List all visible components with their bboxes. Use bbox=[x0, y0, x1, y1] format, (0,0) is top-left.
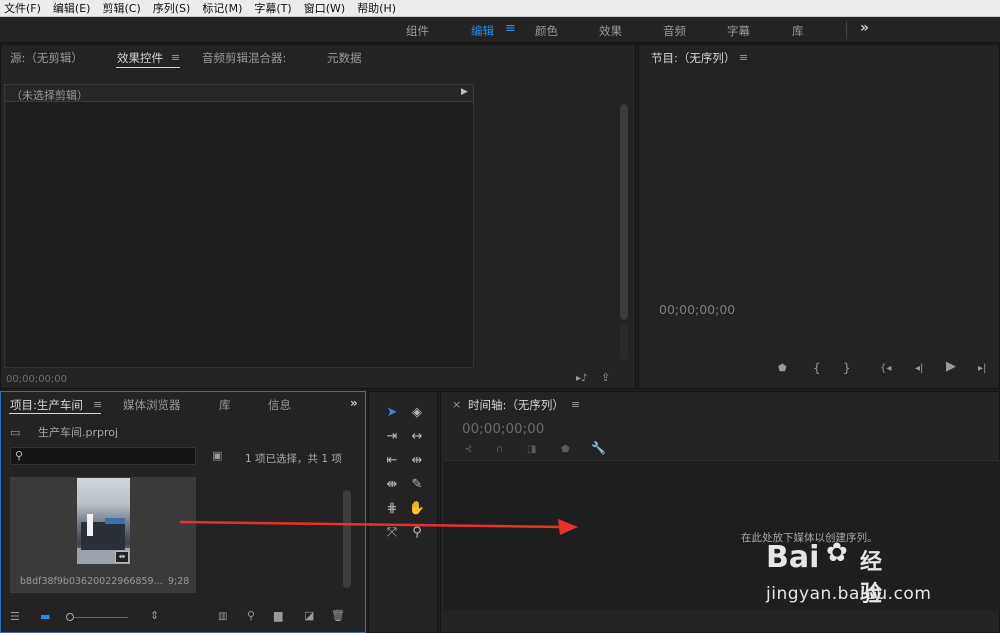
annotation-arrow bbox=[180, 519, 578, 535]
slide-tool-icon[interactable]: ⇹ bbox=[407, 451, 427, 471]
menu-clip[interactable]: 剪辑(C) bbox=[102, 0, 140, 16]
video-clip-badge-icon: ⇹ bbox=[115, 551, 129, 563]
snap-icon[interactable]: ∩ bbox=[496, 443, 503, 457]
new-search-bin-icon[interactable]: ▣ bbox=[212, 449, 222, 463]
clear-trash-icon[interactable]: 🗑 bbox=[331, 609, 345, 623]
selection-tool-icon[interactable]: ➤ bbox=[382, 403, 402, 423]
close-timeline-icon[interactable]: × bbox=[452, 398, 461, 412]
export-icon[interactable]: ⇪ bbox=[601, 371, 610, 385]
effect-controls-scrollbar-track bbox=[620, 324, 628, 360]
tab-media-browser[interactable]: 媒体浏览器 bbox=[123, 397, 181, 413]
nest-icon[interactable]: ⊰ bbox=[464, 443, 472, 457]
tab-project[interactable]: 项目:生产车间 bbox=[10, 397, 83, 413]
workspace-audio[interactable]: 音频 bbox=[663, 23, 686, 39]
program-menu-icon[interactable]: ≡ bbox=[739, 51, 748, 64]
find-icon[interactable]: ⚲ bbox=[247, 609, 255, 623]
workspace-color[interactable]: 颜色 bbox=[535, 23, 558, 39]
list-view-icon[interactable]: ☰ bbox=[10, 610, 20, 624]
mark-out-icon[interactable]: } bbox=[843, 361, 851, 375]
clip-duration: 9;28 bbox=[168, 576, 190, 587]
menu-file[interactable]: 文件(F) bbox=[4, 0, 41, 16]
sort-icon[interactable]: ⇕ bbox=[150, 609, 159, 623]
clip-name: b8df38f9b03620022966859... bbox=[20, 576, 163, 587]
add-marker-icon[interactable]: ⬟ bbox=[778, 362, 787, 376]
timeline-title[interactable]: 时间轴:（无序列） bbox=[468, 397, 564, 413]
project-file-name: 生产车间.prproj bbox=[38, 426, 119, 439]
wrench-icon[interactable]: 🔧 bbox=[591, 441, 606, 455]
watermark-url: jingyan.baidu.com bbox=[766, 584, 932, 604]
workspace-bar: 组件 编辑 ≡ 颜色 效果 音频 字幕 库 » bbox=[0, 17, 1000, 43]
linked-selection-icon[interactable]: ◨ bbox=[527, 443, 536, 457]
step-forward-icon[interactable]: ▸| bbox=[978, 362, 986, 376]
tab-info[interactable]: 信息 bbox=[268, 397, 291, 413]
ripple-edit-tool-icon[interactable]: ⇥ bbox=[382, 427, 402, 447]
timeline-menu-icon[interactable]: ≡ bbox=[571, 398, 580, 411]
workspace-libraries[interactable]: 库 bbox=[792, 23, 804, 39]
project-search-input[interactable]: ⚲ bbox=[10, 447, 196, 465]
timeline-timecode[interactable]: 00;00;00;00 bbox=[462, 421, 544, 437]
effect-controls-area[interactable] bbox=[4, 102, 474, 368]
selection-status: 1 项已选择，共 1 项 bbox=[245, 453, 342, 465]
effect-controls-header: （未选择剪辑） ▶ bbox=[4, 84, 474, 102]
mark-in-icon[interactable]: { bbox=[813, 361, 821, 375]
step-back-icon[interactable]: ◂| bbox=[915, 362, 923, 376]
go-to-in-icon[interactable]: {◂ bbox=[880, 362, 891, 376]
workspace-assembly[interactable]: 组件 bbox=[406, 23, 429, 39]
project-menu-icon[interactable]: ≡ bbox=[93, 398, 102, 411]
menu-sequence[interactable]: 序列(S) bbox=[153, 0, 191, 16]
workspace-effects[interactable]: 效果 bbox=[599, 23, 622, 39]
watermark-brand: Bai bbox=[766, 540, 820, 575]
tab-audio-clip-mixer[interactable]: 音频剪辑混合器: bbox=[202, 50, 286, 66]
program-monitor-panel bbox=[638, 44, 1000, 389]
play-icon[interactable]: ▶ bbox=[946, 360, 956, 374]
effect-controls-menu-icon[interactable]: ≡ bbox=[171, 51, 180, 64]
menu-bar: 文件(F) 编辑(E) 剪辑(C) 序列(S) 标记(M) 字幕(T) 窗口(W… bbox=[0, 0, 1000, 17]
menu-help[interactable]: 帮助(H) bbox=[357, 0, 396, 16]
workspace-overflow-icon[interactable]: » bbox=[860, 20, 869, 36]
timeline-marker-icon[interactable]: ⬟ bbox=[561, 443, 570, 457]
clip-thumbnail-item[interactable]: ⇹ b8df38f9b03620022966859... 9;28 bbox=[10, 477, 196, 593]
expand-arrow-icon[interactable]: ▶ bbox=[461, 87, 468, 97]
slip-tool-icon[interactable]: ⇤ bbox=[382, 451, 402, 471]
tab-metadata[interactable]: 元数据 bbox=[327, 50, 362, 66]
tab-libraries[interactable]: 库 bbox=[219, 397, 231, 413]
new-bin-icon[interactable]: ▆ bbox=[274, 609, 282, 623]
effect-controls-scrollbar[interactable] bbox=[620, 104, 628, 320]
active-tab-indicator bbox=[116, 67, 180, 68]
tab-source[interactable]: 源:（无剪辑） bbox=[10, 50, 83, 66]
rate-stretch-tool-icon[interactable]: ↔ bbox=[407, 427, 427, 447]
workspace-editing[interactable]: 编辑 bbox=[471, 23, 494, 39]
menu-marker[interactable]: 标记(M) bbox=[202, 0, 242, 16]
track-select-tool-icon[interactable]: ◈ bbox=[407, 403, 427, 423]
paw-logo-icon: ✿ bbox=[826, 538, 848, 568]
razor-tool-icon[interactable]: ⇼ bbox=[382, 475, 402, 495]
project-bin-icon: ▭ bbox=[10, 426, 21, 439]
program-monitor-title[interactable]: 节目:（无序列） bbox=[651, 50, 735, 66]
no-clip-selected-label: （未选择剪辑） bbox=[11, 89, 88, 102]
tab-effect-controls[interactable]: 效果控件 bbox=[117, 50, 163, 66]
new-item-icon[interactable]: ◪ bbox=[304, 609, 314, 623]
project-tab-indicator bbox=[9, 413, 101, 414]
annotation-arrow-head bbox=[558, 519, 578, 535]
program-timecode[interactable]: 00;00;00;00 bbox=[659, 302, 735, 317]
annotation-arrow-line bbox=[180, 520, 563, 529]
search-icon: ⚲ bbox=[15, 449, 24, 462]
source-timecode[interactable]: 00;00;00;00 bbox=[6, 374, 67, 385]
workspace-titles[interactable]: 字幕 bbox=[727, 23, 750, 39]
icon-view-icon[interactable]: ▬ bbox=[40, 610, 50, 624]
workspace-divider bbox=[846, 21, 847, 39]
menu-title[interactable]: 字幕(T) bbox=[254, 0, 291, 16]
menu-window[interactable]: 窗口(W) bbox=[304, 0, 345, 16]
pen-tool-icon[interactable]: ✎ bbox=[407, 475, 427, 495]
zoom-slider-handle[interactable] bbox=[66, 613, 74, 621]
automate-to-sequence-icon[interactable]: ▥ bbox=[218, 610, 227, 624]
workspace-menu-icon[interactable]: ≡ bbox=[505, 21, 516, 36]
play-audio-icon[interactable]: ▸♪ bbox=[576, 372, 587, 386]
project-overflow-icon[interactable]: » bbox=[350, 396, 358, 410]
menu-edit[interactable]: 编辑(E) bbox=[53, 0, 91, 16]
zoom-slider-track[interactable] bbox=[74, 617, 128, 618]
